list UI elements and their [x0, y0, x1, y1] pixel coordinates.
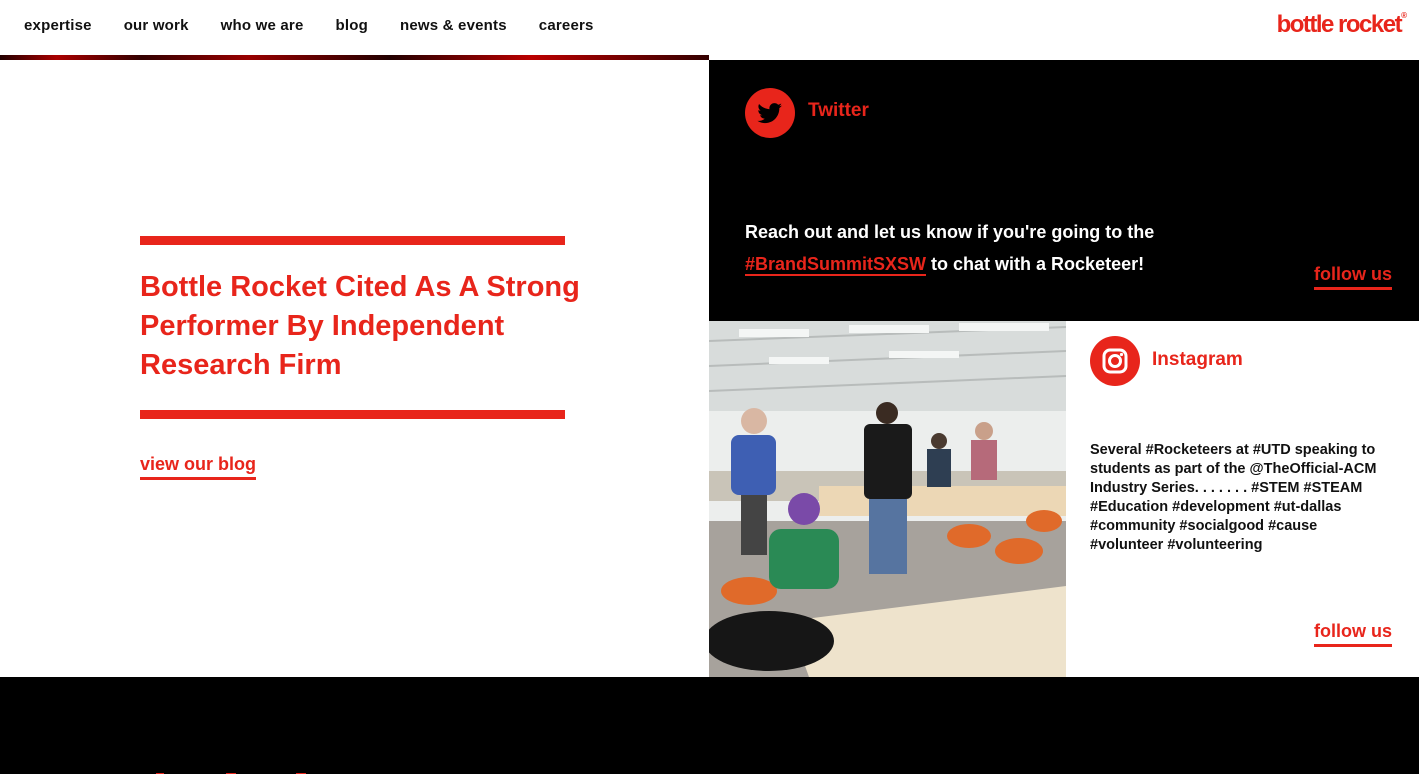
- nav-item-careers[interactable]: careers: [539, 17, 594, 34]
- headline-top-rule: [140, 236, 565, 245]
- instagram-photo[interactable]: [709, 321, 1066, 677]
- instagram-follow-link[interactable]: follow us: [1314, 621, 1392, 647]
- blog-feature: Bottle Rocket Cited As A Strong Performe…: [0, 60, 709, 677]
- tweet-text-start: Reach out and let us know if you're goin…: [745, 222, 1155, 242]
- registered-mark: ®: [1401, 11, 1407, 20]
- nav-item-who-we-are[interactable]: who we are: [221, 17, 304, 34]
- nav-item-expertise[interactable]: expertise: [24, 17, 92, 34]
- blog-headline[interactable]: Bottle Rocket Cited As A Strong Performe…: [140, 268, 580, 385]
- instagram-camera-icon[interactable]: [1090, 336, 1140, 386]
- twitter-title: Twitter: [808, 100, 869, 121]
- twitter-card: Twitter Reach out and let us know if you…: [709, 60, 1419, 321]
- next-section: [0, 677, 1419, 774]
- tweet-hashtag-link[interactable]: #BrandSummitSXSW: [745, 254, 927, 276]
- headline-bottom-rule: [140, 410, 565, 419]
- nav-item-our-work[interactable]: our work: [124, 17, 189, 34]
- next-section-heading-peek: [140, 767, 340, 774]
- twitter-bird-icon[interactable]: [745, 88, 795, 138]
- top-nav: expertise our work who we are blog news …: [0, 0, 1419, 55]
- nav-item-blog[interactable]: blog: [336, 17, 368, 34]
- logo[interactable]: bottle rocket®: [1277, 11, 1407, 39]
- instagram-title: Instagram: [1152, 349, 1243, 370]
- classroom-photo: [709, 321, 1066, 677]
- twitter-follow-link[interactable]: follow us: [1314, 264, 1392, 290]
- nav-item-news-events[interactable]: news & events: [400, 17, 507, 34]
- instagram-caption: Several #Rocketeers at #UTD speaking to …: [1090, 442, 1377, 553]
- logo-text: bottle rocket: [1276, 11, 1403, 38]
- tweet-text: Reach out and let us know if you're goin…: [745, 216, 1225, 280]
- instagram-card: Instagram Several #Rocketeers at #UTD sp…: [1066, 321, 1419, 677]
- tweet-text-end: to chat with a Rocketeer!: [931, 254, 1145, 274]
- view-blog-link[interactable]: view our blog: [140, 454, 257, 480]
- nav-links: expertise our work who we are blog news …: [24, 17, 626, 34]
